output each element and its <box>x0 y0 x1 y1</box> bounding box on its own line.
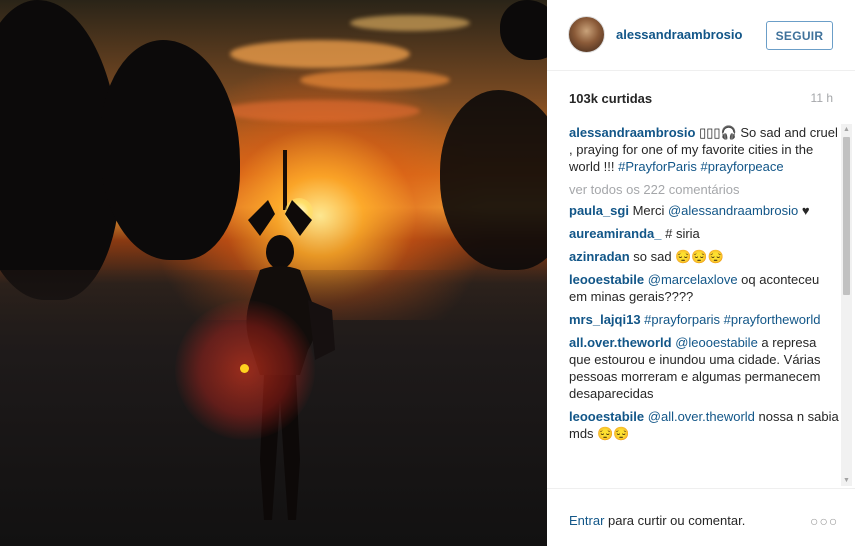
comment-text: # siria <box>661 226 700 241</box>
comment-text: so sad 😔😔😔 <box>629 249 724 264</box>
cloud <box>350 15 470 31</box>
login-prompt: Entrar para curtir ou comentar. <box>569 513 745 528</box>
comment-item: mrs_lajqi13 #prayforparis #prayforthewor… <box>569 311 839 328</box>
comment-mention[interactable]: @leooestabile <box>675 335 758 350</box>
comment-username[interactable]: leooestabile <box>569 409 644 424</box>
follow-button[interactable]: SEGUIR <box>766 21 833 50</box>
comment-hashtags[interactable]: #prayforparis #prayfortheworld <box>644 312 820 327</box>
comment-text: Merci <box>628 203 668 218</box>
cloud <box>220 100 420 122</box>
comment-item: paula_sgi Merci @alessandraambrosio ♥ <box>569 202 839 219</box>
tree-far-right <box>500 0 547 60</box>
comment-username[interactable]: mrs_lajqi13 <box>569 312 641 327</box>
likes-count[interactable]: 103k curtidas <box>569 91 652 106</box>
comment-item: leooestabile @all.over.theworld nossa n … <box>569 408 839 442</box>
post-sidebar: alessandraambrosio SEGUIR 103k curtidas … <box>547 0 855 546</box>
flare-dot <box>240 364 249 373</box>
comment-item: leooestabile @marcelaxlove oq aconteceu … <box>569 271 839 305</box>
comment-username[interactable]: leooestabile <box>569 272 644 287</box>
login-prompt-text: para curtir ou comentar. <box>604 513 746 528</box>
caption-username[interactable]: alessandraambrosio <box>569 125 695 140</box>
comment-text: ♥ <box>798 203 810 218</box>
comments-scrollbar[interactable]: ▲ ▼ <box>841 124 852 486</box>
post-stats: 103k curtidas 11 h <box>569 91 833 107</box>
scroll-up-arrow-icon[interactable]: ▲ <box>841 124 852 135</box>
comment-mention[interactable]: @alessandraambrosio <box>668 203 798 218</box>
comment-item: all.over.theworld @leooestabile a repres… <box>569 334 839 402</box>
post-time[interactable]: 11 h <box>811 91 833 105</box>
avatar[interactable] <box>568 16 605 53</box>
comments-list[interactable]: alessandraambrosio ▯▯▯🎧 So sad and cruel… <box>569 124 839 486</box>
comment-username[interactable]: aureamiranda_ <box>569 226 662 241</box>
post-username[interactable]: alessandraambrosio <box>616 27 742 42</box>
comment-username[interactable]: paula_sgi <box>569 203 629 218</box>
post-footer: Entrar para curtir ou comentar. ○○○ <box>547 488 855 546</box>
comment-item: aureamiranda_ # siria <box>569 225 839 242</box>
cloud <box>230 40 410 68</box>
comment-username[interactable]: all.over.theworld <box>569 335 672 350</box>
caption-tag[interactable]: #prayforpeace <box>701 159 784 174</box>
comment-mention[interactable]: @marcelaxlove <box>648 272 738 287</box>
comment-mention[interactable]: @all.over.theworld <box>648 409 755 424</box>
caption: alessandraambrosio ▯▯▯🎧 So sad and cruel… <box>569 124 839 175</box>
scrollbar-thumb[interactable] <box>843 137 850 295</box>
scroll-down-arrow-icon[interactable]: ▼ <box>841 475 852 486</box>
post-photo[interactable] <box>0 0 547 546</box>
post-header: alessandraambrosio SEGUIR <box>547 0 855 71</box>
comment-username[interactable]: azinradan <box>569 249 630 264</box>
cloud <box>300 70 450 90</box>
view-all-comments-link[interactable]: ver todos os 222 comentários <box>569 181 839 198</box>
caption-tag[interactable]: #PrayforParis <box>618 159 697 174</box>
comment-item: azinradan so sad 😔😔😔 <box>569 248 839 265</box>
more-options-icon[interactable]: ○○○ <box>810 513 838 529</box>
login-link[interactable]: Entrar <box>569 513 604 528</box>
